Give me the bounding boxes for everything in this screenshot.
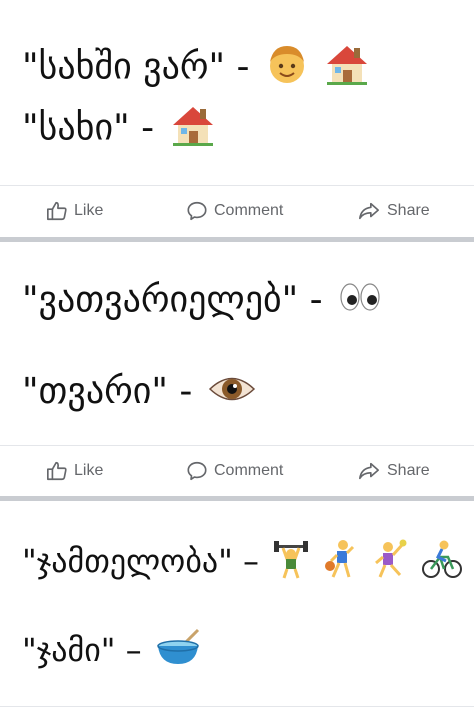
share-button[interactable]: Share: [357, 446, 430, 496]
thumbs-up-icon: [47, 201, 67, 221]
cyclist-icon: [421, 539, 462, 587]
share-button[interactable]: Share: [357, 186, 430, 236]
post-text: "ვათვარიელებ" -: [22, 279, 323, 321]
house-icon: [170, 103, 216, 156]
post-2-line-1: "ვათვარიელებ" -: [22, 279, 382, 324]
post-3-line-1: "ჯამთელობა" –: [22, 539, 462, 587]
comment-label: Comment: [214, 462, 284, 479]
bowl-icon: [156, 628, 202, 676]
comment-button[interactable]: Comment: [186, 446, 283, 496]
share-icon: [359, 462, 379, 480]
post-1-actions: Like Comment Share: [0, 185, 474, 236]
comment-button[interactable]: Comment: [186, 186, 283, 236]
share-label: Share: [387, 202, 430, 219]
share-label: Share: [387, 462, 430, 479]
like-button[interactable]: Like: [46, 446, 103, 496]
eyes-icon: [338, 279, 382, 324]
post-text: "სახი" -: [22, 107, 155, 149]
like-label: Like: [74, 202, 104, 219]
comment-icon: [187, 461, 207, 481]
eye-icon: [208, 372, 256, 415]
like-button[interactable]: Like: [46, 186, 103, 236]
house-icon: [324, 42, 370, 95]
post-1-line-2: "სახი" -: [22, 103, 216, 156]
post-text: "ჯამთელობა" –: [22, 542, 260, 580]
like-label: Like: [74, 462, 104, 479]
post-2-actions: Like Comment Share: [0, 445, 474, 496]
person-face-icon: [265, 42, 309, 95]
post-2: "ვათვარიელებ" - "თვარი" - Like Comment S…: [0, 243, 474, 496]
comment-icon: [187, 201, 207, 221]
share-icon: [359, 202, 379, 220]
post-divider: [0, 237, 474, 242]
post-2-line-2: "თვარი" -: [22, 371, 256, 415]
handball-player-icon: [372, 539, 408, 587]
post-text: "ჯამი" –: [22, 631, 142, 669]
thumbs-up-icon: [47, 461, 67, 481]
post-1-line-1: "სახში ვარ" -: [22, 42, 370, 95]
post-1: "სახში ვარ" - "სახი" - Like Comment Shar…: [0, 0, 474, 238]
post-text: "სახში ვარ" -: [22, 46, 250, 88]
weightlifter-icon: [273, 539, 309, 587]
post-3-line-2: "ჯამი" –: [22, 628, 202, 676]
basketball-player-icon: [323, 539, 357, 587]
post-text: "თვარი" -: [22, 371, 193, 412]
post-3-actions-border: [0, 706, 474, 707]
comment-label: Comment: [214, 202, 284, 219]
post-3: "ჯამთელობა" – "ჯამი" –: [0, 501, 474, 713]
